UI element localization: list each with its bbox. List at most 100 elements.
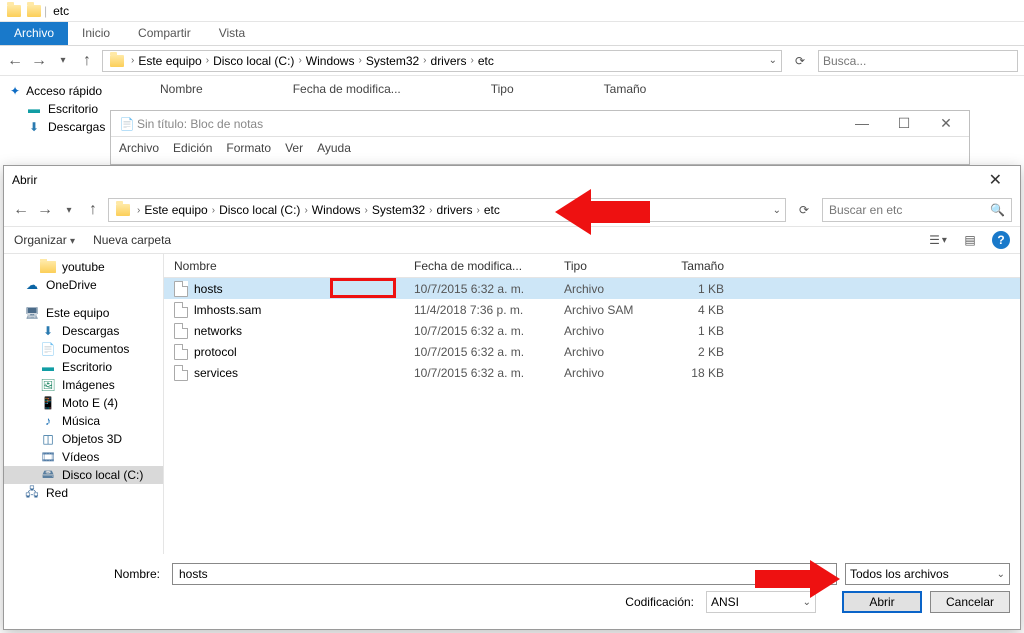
file-date: 10/7/2015 6:32 a. m. xyxy=(404,345,554,359)
disk-icon: 🖴 xyxy=(40,468,56,482)
nav-back-icon[interactable]: ← xyxy=(12,201,30,219)
tree-label: Descargas xyxy=(62,324,119,338)
file-type: Archivo SAM xyxy=(554,303,664,317)
nav-forward-icon[interactable]: → xyxy=(30,52,48,70)
breadcrumb-item[interactable]: System32 xyxy=(366,54,419,68)
tree-item[interactable]: youtube xyxy=(4,258,163,276)
dialog-address-bar[interactable]: › Este equipo› Disco local (C:)› Windows… xyxy=(108,198,786,222)
tree-label: Documentos xyxy=(62,342,129,356)
encoding-select[interactable]: ANSI⌄ xyxy=(706,591,816,613)
breadcrumb-item[interactable]: Windows xyxy=(306,54,355,68)
organize-button[interactable]: Organizar ▾ xyxy=(14,233,75,247)
col-type[interactable]: Tipo xyxy=(554,259,664,273)
nav-dropdown-icon[interactable]: ▾ xyxy=(54,52,72,70)
nav-back-icon[interactable]: ← xyxy=(6,52,24,70)
view-list-icon[interactable]: ☰▾ xyxy=(928,232,948,248)
ribbon-tab-file[interactable]: Archivo xyxy=(0,22,68,45)
menu-view[interactable]: Ver xyxy=(285,141,303,155)
file-name: hosts xyxy=(194,282,223,296)
col-size[interactable]: Tamaño xyxy=(604,82,647,96)
col-name[interactable]: Nombre xyxy=(160,82,203,96)
refresh-icon[interactable]: ⟳ xyxy=(792,198,816,222)
cancel-button[interactable]: Cancelar xyxy=(930,591,1010,613)
ribbon-tab-share[interactable]: Compartir xyxy=(124,22,205,45)
notepad-icon: 📄 xyxy=(120,117,134,131)
breadcrumb-item[interactable]: Windows xyxy=(312,203,361,217)
maximize-button[interactable]: ☐ xyxy=(887,115,921,132)
onedrive-icon: ☁ xyxy=(24,278,40,292)
nav-up-icon[interactable]: ↑ xyxy=(78,52,96,70)
tree-item[interactable]: 🖧Red xyxy=(4,484,163,502)
minimize-button[interactable]: — xyxy=(845,115,879,132)
open-button[interactable]: Abrir xyxy=(842,591,922,613)
col-size[interactable]: Tamaño xyxy=(664,259,734,273)
tree-item[interactable]: ▬Escritorio xyxy=(4,358,163,376)
dialog-close-button[interactable]: ✕ xyxy=(979,170,1012,190)
chevron-down-icon[interactable]: ⌄ xyxy=(769,55,777,66)
file-name: services xyxy=(194,366,238,380)
nav-dropdown-icon[interactable]: ▾ xyxy=(60,201,78,219)
tree-label: youtube xyxy=(62,260,105,274)
breadcrumb-item[interactable]: etc xyxy=(478,54,494,68)
tree-item[interactable]: ☁OneDrive xyxy=(4,276,163,294)
folder-icon xyxy=(7,4,21,18)
menu-file[interactable]: Archivo xyxy=(119,141,159,155)
ribbon-tab-home[interactable]: Inicio xyxy=(68,22,124,45)
col-date[interactable]: Fecha de modifica... xyxy=(404,259,554,273)
ribbon-tab-view[interactable]: Vista xyxy=(205,22,259,45)
tree-item[interactable]: 📄Documentos xyxy=(4,340,163,358)
sidebar-quick-access[interactable]: ✦Acceso rápido xyxy=(4,82,136,100)
dialog-toolbar: Organizar ▾ Nueva carpeta ☰▾ ▤ ? xyxy=(4,226,1020,254)
notepad-menu: Archivo Edición Formato Ver Ayuda xyxy=(111,137,969,159)
help-icon[interactable]: ? xyxy=(992,231,1010,249)
refresh-icon[interactable]: ⟳ xyxy=(788,49,812,73)
star-icon: ✦ xyxy=(10,84,20,98)
view-details-icon[interactable]: ▤ xyxy=(960,232,980,248)
tree-item[interactable]: ⬇Descargas xyxy=(4,322,163,340)
tree-item[interactable]: 🎞Vídeos xyxy=(4,448,163,466)
download-icon: ⬇ xyxy=(26,120,42,134)
tree-item[interactable]: ♪Música xyxy=(4,412,163,430)
tree-item[interactable]: 🖴Disco local (C:) xyxy=(4,466,163,484)
file-row[interactable]: lmhosts.sam11/4/2018 7:36 p. m.Archivo S… xyxy=(164,299,1020,320)
explorer-address-bar[interactable]: › Este equipo› Disco local (C:)› Windows… xyxy=(102,50,782,72)
notepad-title-text: Sin título: Bloc de notas xyxy=(137,117,263,131)
breadcrumb-item[interactable]: etc xyxy=(484,203,500,217)
tree-item[interactable]: 🖥Este equipo xyxy=(4,304,163,322)
file-row[interactable]: networks10/7/2015 6:32 a. m.Archivo1 KB xyxy=(164,320,1020,341)
nav-forward-icon[interactable]: → xyxy=(36,201,54,219)
explorer-search[interactable]: Busca... xyxy=(818,50,1018,72)
file-size: 18 KB xyxy=(664,366,734,380)
breadcrumb-item[interactable]: drivers xyxy=(431,54,467,68)
breadcrumb-item[interactable]: Este equipo xyxy=(138,54,201,68)
filename-input[interactable] xyxy=(172,563,837,585)
breadcrumb-item[interactable]: Este equipo xyxy=(144,203,207,217)
file-size: 1 KB xyxy=(664,324,734,338)
file-row[interactable]: protocol10/7/2015 6:32 a. m.Archivo2 KB xyxy=(164,341,1020,362)
explorer-nav: ← → ▾ ↑ › Este equipo› Disco local (C:)›… xyxy=(0,46,1024,76)
breadcrumb-item[interactable]: Disco local (C:) xyxy=(219,203,300,217)
tree-item[interactable]: 🖼Imágenes xyxy=(4,376,163,394)
filetype-filter[interactable]: Todos los archivos⌄ xyxy=(845,563,1010,585)
breadcrumb-item[interactable]: drivers xyxy=(437,203,473,217)
col-name[interactable]: Nombre xyxy=(164,259,404,273)
breadcrumb-item[interactable]: System32 xyxy=(372,203,425,217)
close-button[interactable]: ✕ xyxy=(929,115,963,132)
dialog-search[interactable]: Buscar en etc 🔍 xyxy=(822,198,1012,222)
file-row[interactable]: hosts10/7/2015 6:32 a. m.Archivo1 KB xyxy=(164,278,1020,299)
new-folder-button[interactable]: Nueva carpeta xyxy=(93,233,171,247)
menu-help[interactable]: Ayuda xyxy=(317,141,351,155)
menu-edit[interactable]: Edición xyxy=(173,141,212,155)
breadcrumb-item[interactable]: Disco local (C:) xyxy=(213,54,294,68)
tree-item[interactable]: ◫Objetos 3D xyxy=(4,430,163,448)
file-row[interactable]: services10/7/2015 6:32 a. m.Archivo18 KB xyxy=(164,362,1020,383)
chevron-down-icon[interactable]: ⌄ xyxy=(773,205,781,216)
file-icon xyxy=(174,365,188,381)
dialog-file-list: Nombre Fecha de modifica... Tipo Tamaño … xyxy=(164,254,1020,554)
col-date[interactable]: Fecha de modifica... xyxy=(293,82,401,96)
tree-item[interactable]: 📱Moto E (4) xyxy=(4,394,163,412)
nav-up-icon[interactable]: ↑ xyxy=(84,201,102,219)
menu-format[interactable]: Formato xyxy=(226,141,271,155)
notepad-window: 📄 Sin título: Bloc de notas — ☐ ✕ Archiv… xyxy=(110,110,970,165)
col-type[interactable]: Tipo xyxy=(491,82,514,96)
